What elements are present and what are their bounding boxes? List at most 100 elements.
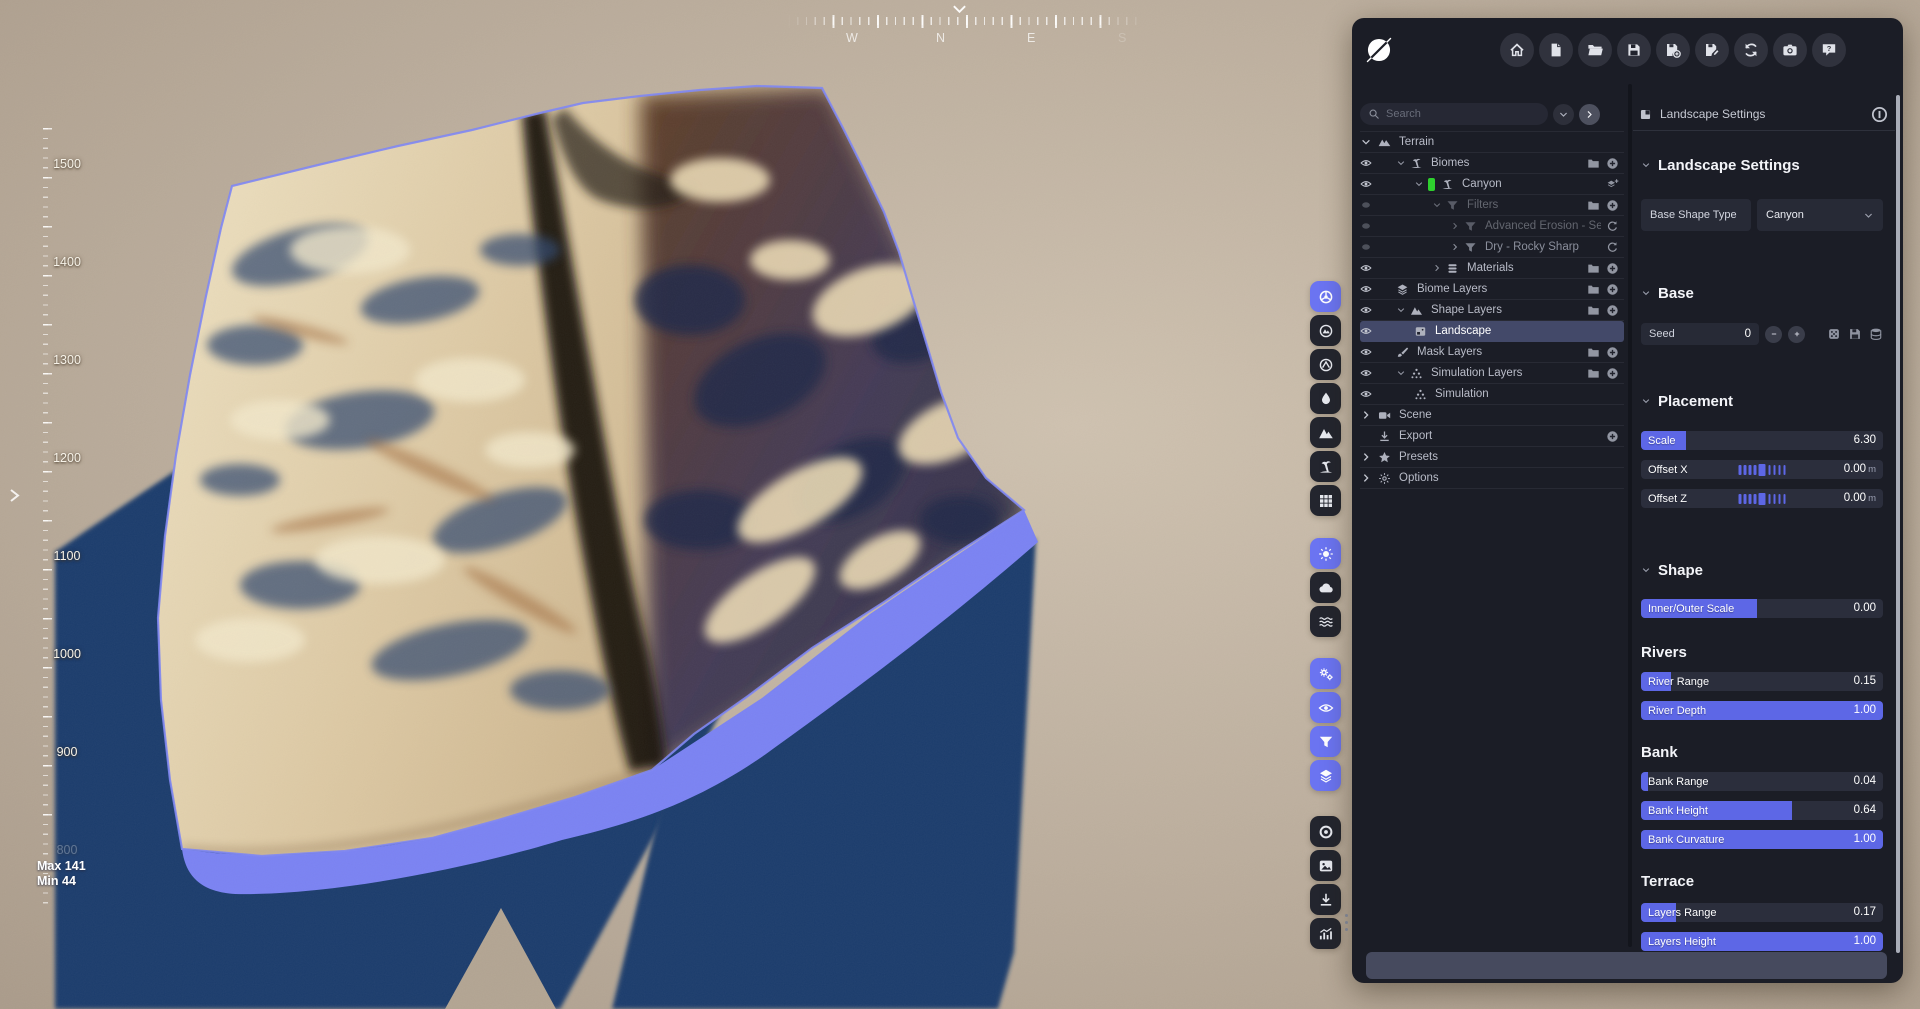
panel-info-button[interactable] <box>1870 105 1889 124</box>
slider-bank-range[interactable]: Bank Range0.04 <box>1641 772 1883 791</box>
slider-offset-x[interactable]: Offset X0.00m <box>1641 460 1883 479</box>
visibility-toggle[interactable] <box>1360 220 1378 232</box>
expand-toggle[interactable] <box>1360 472 1378 484</box>
expand-toggle[interactable] <box>1396 305 1410 315</box>
refresh-button[interactable] <box>1604 220 1620 233</box>
camera-button[interactable] <box>1773 33 1807 67</box>
dice-button[interactable] <box>1827 327 1841 341</box>
search-options-button[interactable] <box>1553 104 1574 125</box>
circle-peak-button[interactable] <box>1310 349 1341 380</box>
tree-item-canyon[interactable]: Canyon <box>1360 174 1624 195</box>
visibility-toggle[interactable] <box>1360 325 1378 337</box>
tree-item-biomes[interactable]: Biomes <box>1360 153 1624 174</box>
expand-toggle[interactable] <box>1432 200 1446 210</box>
tree-item-materials[interactable]: Materials <box>1360 258 1624 279</box>
waves-button[interactable] <box>1310 606 1341 637</box>
increment-button[interactable] <box>1788 326 1805 343</box>
tree-item-biome-layers[interactable]: Biome Layers <box>1360 279 1624 300</box>
add-button[interactable] <box>1604 304 1620 317</box>
slider-bank-height[interactable]: Bank Height0.64 <box>1641 801 1883 820</box>
tree-item-simulation-layers[interactable]: Simulation Layers <box>1360 363 1624 384</box>
folder-button[interactable] <box>1585 199 1601 212</box>
home-button[interactable] <box>1500 33 1534 67</box>
tree-item-landscape[interactable]: Landscape <box>1360 321 1624 342</box>
slider-river-depth[interactable]: River Depth1.00 <box>1641 701 1883 720</box>
expand-toggle[interactable] <box>1396 368 1410 378</box>
slider-inner-outer-scale[interactable]: Inner/Outer Scale0.00 <box>1641 599 1883 618</box>
settings-scrollbar[interactable] <box>1896 95 1900 953</box>
open-folder-button[interactable] <box>1578 33 1612 67</box>
stats-button[interactable] <box>1310 918 1341 949</box>
add-button[interactable] <box>1604 262 1620 275</box>
tree-item-shape-layers[interactable]: Shape Layers <box>1360 300 1624 321</box>
visibility-toggle[interactable] <box>1360 367 1378 379</box>
island-button[interactable] <box>1310 451 1341 482</box>
folder-button[interactable] <box>1585 283 1601 296</box>
section-title-placement[interactable]: Placement <box>1641 391 1883 411</box>
folder-button[interactable] <box>1585 367 1601 380</box>
base-shape-type-select[interactable]: Canyon <box>1757 199 1883 231</box>
visibility-toggle[interactable] <box>1360 262 1378 274</box>
expand-toggle[interactable] <box>1360 451 1378 463</box>
download-button[interactable] <box>1310 884 1341 915</box>
visibility-toggle[interactable] <box>1360 199 1378 211</box>
folder-button[interactable] <box>1585 346 1601 359</box>
add-button[interactable] <box>1604 367 1620 380</box>
add-button[interactable] <box>1604 346 1620 359</box>
save-button[interactable] <box>1617 33 1651 67</box>
expand-toggle[interactable] <box>1450 221 1464 231</box>
folder-button[interactable] <box>1585 304 1601 317</box>
expand-toggle[interactable] <box>1432 263 1446 273</box>
sun-button[interactable] <box>1310 538 1341 569</box>
layers-button[interactable] <box>1310 760 1341 791</box>
layers-add-button[interactable] <box>1604 178 1620 191</box>
tree-item-scene[interactable]: Scene <box>1360 405 1624 426</box>
search-go-button[interactable] <box>1579 104 1600 125</box>
tree-item-presets[interactable]: Presets <box>1360 447 1624 468</box>
left-panel-expand-chevron-icon[interactable] <box>8 488 21 503</box>
photo-button[interactable] <box>1310 850 1341 881</box>
tree-item-simulation[interactable]: Simulation <box>1360 384 1624 405</box>
add-button[interactable] <box>1604 199 1620 212</box>
expand-toggle[interactable] <box>1450 242 1464 252</box>
visibility-toggle[interactable] <box>1360 178 1378 190</box>
decrement-button[interactable] <box>1765 326 1782 343</box>
expand-toggle[interactable] <box>1396 158 1410 168</box>
tree-item-advanced-erosion-se[interactable]: Advanced Erosion - Se <box>1360 216 1624 237</box>
expand-toggle[interactable] <box>1360 136 1378 148</box>
visibility-toggle[interactable] <box>1360 304 1378 316</box>
droplet-button[interactable] <box>1310 383 1341 414</box>
tree-item-export[interactable]: Export <box>1360 426 1624 447</box>
save-add-button[interactable] <box>1656 33 1690 67</box>
add-button[interactable] <box>1604 157 1620 170</box>
slider-layers-height[interactable]: Layers Height1.00 <box>1641 932 1883 951</box>
slider-bank-curvature[interactable]: Bank Curvature1.00 <box>1641 830 1883 849</box>
save-button[interactable] <box>1848 327 1862 341</box>
steering-button[interactable] <box>1310 281 1341 312</box>
expand-toggle[interactable] <box>1360 409 1378 421</box>
new-file-button[interactable] <box>1539 33 1573 67</box>
tree-item-filters[interactable]: Filters <box>1360 195 1624 216</box>
record-button[interactable] <box>1310 816 1341 847</box>
section-title-base[interactable]: Base <box>1641 283 1883 303</box>
mountain-button[interactable] <box>1310 417 1341 448</box>
expand-toggle[interactable] <box>1414 179 1428 189</box>
section-title-shape[interactable]: Shape <box>1641 560 1883 580</box>
slider-scale[interactable]: Scale6.30 <box>1641 431 1883 450</box>
search-input[interactable] <box>1360 103 1548 125</box>
visibility-toggle[interactable] <box>1360 157 1378 169</box>
save-edit-button[interactable] <box>1695 33 1729 67</box>
funnel-button[interactable] <box>1310 726 1341 757</box>
tree-item-mask-layers[interactable]: Mask Layers <box>1360 342 1624 363</box>
add-button[interactable] <box>1604 430 1620 443</box>
folder-button[interactable] <box>1585 157 1601 170</box>
folder-button[interactable] <box>1585 262 1601 275</box>
seed-input[interactable]: Seed0 <box>1641 323 1759 345</box>
circle-mountain-button[interactable] <box>1310 315 1341 346</box>
visibility-toggle[interactable] <box>1360 346 1378 358</box>
sync-button[interactable] <box>1734 33 1768 67</box>
section-title-landscape-settings[interactable]: Landscape Settings <box>1641 155 1883 175</box>
grid-button[interactable] <box>1310 485 1341 516</box>
slider-river-range[interactable]: River Range0.15 <box>1641 672 1883 691</box>
search-field[interactable] <box>1360 103 1548 125</box>
